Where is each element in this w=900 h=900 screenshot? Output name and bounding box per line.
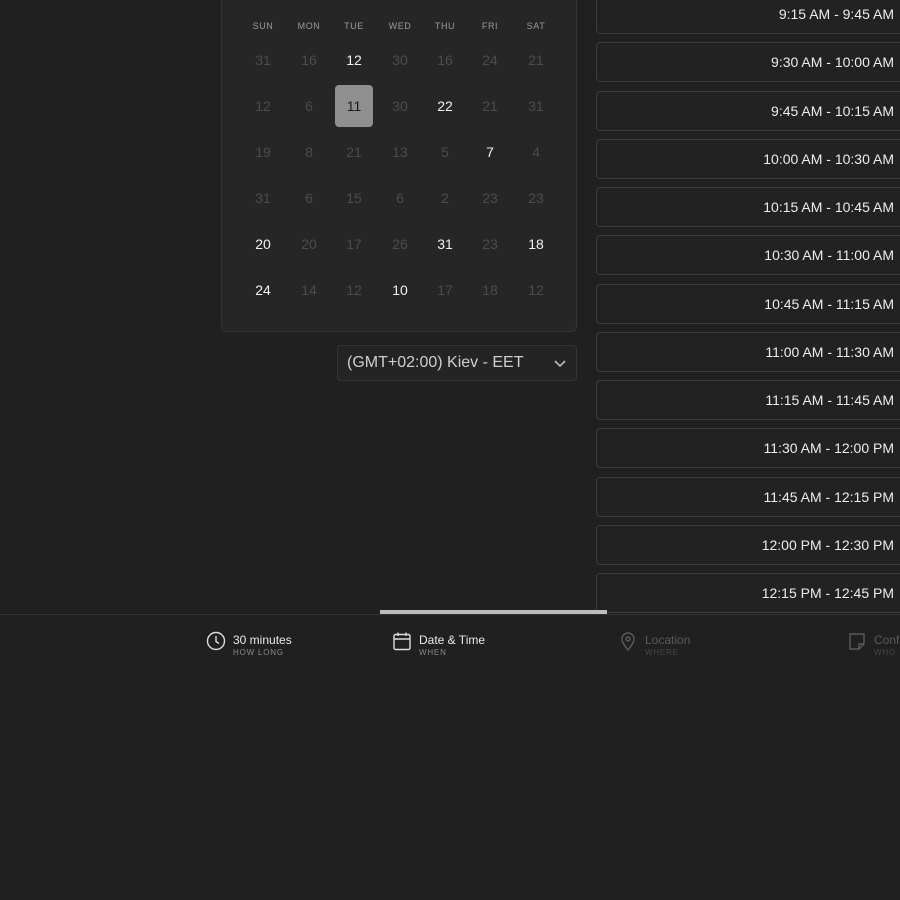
day-cell: 31 <box>255 52 271 68</box>
day-cell: 16 <box>437 52 453 68</box>
day-cell[interactable]: 31 <box>426 223 464 265</box>
step-date-time[interactable]: Date & Time WHEN <box>391 630 486 659</box>
day-cell: 12 <box>528 282 544 298</box>
clock-icon <box>205 630 227 652</box>
weekday-label-wed: WED <box>388 21 412 31</box>
day-cell: 30 <box>392 52 408 68</box>
calendar-panel: SUN MON TUE WED THU FRI SAT 31 16 12 30 16 24 21 12 6 1… <box>221 0 577 332</box>
time-slot-button[interactable]: 11:45 AM - 12:15 PM <box>596 476 900 517</box>
day-cell: 26 <box>392 236 408 252</box>
day-cell[interactable]: 20 <box>244 223 282 265</box>
note-icon <box>846 630 868 652</box>
step-duration-label: 30 minutes <box>233 633 292 647</box>
location-pin-icon <box>617 630 639 652</box>
day-cell: 13 <box>392 144 408 160</box>
step-confirm-label: Conf <box>874 633 900 647</box>
selected-day-cell[interactable]: 11 <box>335 85 373 127</box>
day-cell: 21 <box>482 98 498 114</box>
day-cell: 21 <box>346 144 362 160</box>
time-slot-button[interactable]: 12:00 PM - 12:30 PM <box>596 524 900 565</box>
chevron-down-icon <box>552 355 568 376</box>
weekday-label-sun: SUN <box>252 21 274 31</box>
step-confirm[interactable]: Conf WHO <box>846 633 899 659</box>
time-slot-button[interactable]: 10:00 AM - 10:30 AM <box>596 138 900 179</box>
weekday-label-thu: THU <box>434 21 456 31</box>
time-slot-button[interactable]: 9:30 AM - 10:00 AM <box>596 42 900 83</box>
timezone-value: (GMT+02:00) Kiev - EET <box>347 354 524 371</box>
weekday-header-row: SUN MON TUE WED THU FRI SAT <box>222 21 576 35</box>
day-cell: 6 <box>396 190 404 206</box>
day-cell: 30 <box>392 98 408 114</box>
weekday-label-sat: SAT <box>526 21 546 31</box>
time-slot-button[interactable]: 12:15 PM - 12:45 PM <box>596 573 900 613</box>
time-slot-button[interactable]: 11:15 AM - 11:45 AM <box>596 380 900 420</box>
time-slot-button[interactable]: 11:00 AM - 11:30 AM <box>596 331 900 372</box>
step-location-sublabel: WHERE <box>645 648 679 657</box>
timezone-select[interactable]: (GMT+02:00) Kiev - EET <box>337 345 577 381</box>
step-location-label: Location <box>645 633 691 647</box>
day-cell: 23 <box>482 236 498 252</box>
day-cell: 23 <box>482 190 498 206</box>
step-duration[interactable]: 30 minutes HOW LONG <box>205 630 292 659</box>
day-cell: 21 <box>528 52 544 68</box>
day-cell: 5 <box>441 144 449 160</box>
day-cell: 6 <box>305 190 313 206</box>
calendar-icon <box>391 630 413 652</box>
day-cell: 18 <box>482 282 498 298</box>
time-slot-button[interactable]: 9:15 AM - 9:45 AM <box>596 0 900 34</box>
day-cell: 24 <box>482 52 498 68</box>
day-cell: 31 <box>255 190 271 206</box>
day-cell[interactable]: 18 <box>517 223 555 265</box>
day-cell: 12 <box>346 282 362 298</box>
day-cell: 16 <box>301 52 317 68</box>
step-date-time-label: Date & Time <box>419 633 486 647</box>
time-slot-button[interactable]: 9:45 AM - 10:15 AM <box>596 90 900 131</box>
weekday-label-mon: MON <box>297 21 321 31</box>
day-cell: 17 <box>437 282 453 298</box>
day-cell: 8 <box>305 144 313 160</box>
day-cell[interactable]: 7 <box>471 131 509 173</box>
time-slot-button[interactable]: 10:30 AM - 11:00 AM <box>596 235 900 276</box>
day-cell[interactable]: 10 <box>381 269 419 311</box>
day-cell: 15 <box>346 190 362 206</box>
step-confirm-sublabel: WHO <box>874 648 896 657</box>
step-location[interactable]: Location WHERE <box>617 630 691 659</box>
time-slot-button[interactable]: 10:45 AM - 11:15 AM <box>596 283 900 324</box>
day-cell: 19 <box>255 144 271 160</box>
step-progress-indicator <box>380 610 607 614</box>
day-cell: 12 <box>255 98 271 114</box>
step-date-time-sublabel: WHEN <box>419 648 447 657</box>
step-navigation-bar: 30 minutes HOW LONG Date & Time WHEN Loc… <box>0 614 900 667</box>
step-duration-sublabel: HOW LONG <box>233 648 284 657</box>
day-cell[interactable]: 12 <box>335 39 373 81</box>
day-cell: 17 <box>346 236 362 252</box>
weekday-label-fri: FRI <box>481 21 499 31</box>
day-cell: 4 <box>532 144 540 160</box>
day-cell: 31 <box>528 98 544 114</box>
day-cell[interactable]: 24 <box>244 269 282 311</box>
day-cell: 6 <box>305 98 313 114</box>
day-cell: 20 <box>301 236 317 252</box>
day-cell: 2 <box>441 190 449 206</box>
day-cell: 23 <box>528 190 544 206</box>
day-cell[interactable]: 22 <box>426 85 464 127</box>
time-slot-button[interactable]: 11:30 AM - 12:00 PM <box>596 428 900 469</box>
time-slot-button[interactable]: 10:15 AM - 10:45 AM <box>596 187 900 227</box>
weekday-label-tue: TUE <box>344 21 364 31</box>
day-cell: 14 <box>301 282 317 298</box>
